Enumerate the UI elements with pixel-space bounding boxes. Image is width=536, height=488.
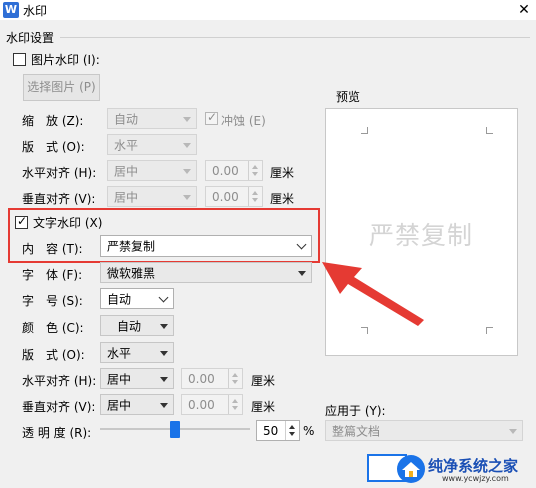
picture-watermark-label: 图片水印 (I): [31,53,100,67]
color-label: 颜 色 (C): [22,321,84,335]
preview-corner-tr [486,127,493,134]
picture-halign-unit: 厘米 [270,166,295,180]
site-logo: 纯净系统之家 www.ycwjzy.com [370,452,536,488]
scale-select[interactable]: 自动 [107,108,197,129]
preview-corner-bl [361,327,368,334]
text-layout-select[interactable]: 水平 [100,342,174,363]
preview-watermark-text: 严禁复制 [369,221,474,250]
close-icon[interactable]: ✕ [512,0,536,20]
text-halign-unit: 厘米 [251,374,276,388]
picture-halign-offset[interactable]: 0.00 [205,160,263,181]
text-layout-label: 版 式 (O): [22,348,85,362]
picture-halign-label: 水平对齐 (H): [22,166,97,180]
washout-checkbox[interactable]: ✓ [205,110,218,125]
size-label: 字 号 (S): [22,294,83,308]
transparency-spinner[interactable]: 50 [256,420,300,441]
preview-label: 预览 [336,90,361,104]
washout-label: 冲蚀 (E) [221,114,266,128]
text-valign-label: 垂直对齐 (V): [22,400,96,414]
logo-url: www.ycwjzy.com [442,474,509,483]
preview-corner-br [486,327,493,334]
title-bar [0,0,536,20]
text-halign-select[interactable]: 居中 [100,368,174,389]
text-watermark-label: 文字水印 (X) [33,216,103,230]
text-valign-offset[interactable]: 0.00 [181,394,243,415]
text-watermark-checkbox[interactable]: ✓ [15,214,28,229]
size-combo[interactable]: 自动 [100,288,174,309]
text-valign-unit: 厘米 [251,400,276,414]
select-picture-button[interactable]: 选择图片 (P) [23,74,100,101]
picture-halign-select[interactable]: 居中 [107,160,197,181]
transparency-slider-thumb[interactable] [170,421,180,438]
red-arrow-icon [322,262,424,326]
picture-valign-offset[interactable]: 0.00 [205,186,263,207]
group-divider [60,37,530,38]
picture-valign-unit: 厘米 [270,192,295,206]
picture-valign-select[interactable]: 居中 [107,186,197,207]
picture-valign-label: 垂直对齐 (V): [22,192,96,206]
scale-label: 缩 放 (Z): [22,114,84,128]
logo-house-icon [397,455,425,483]
apply-to-select[interactable]: 整篇文档 [325,420,523,441]
picture-watermark-checkbox[interactable] [13,53,26,66]
group-title: 水印设置 [6,31,55,45]
transparency-label: 透 明 度 (R): [22,426,92,440]
text-halign-offset[interactable]: 0.00 [181,368,243,389]
content-label: 内 容 (T): [22,242,83,256]
preview-corner-tl [361,127,368,134]
transparency-unit: % [303,424,315,438]
app-logo-icon: W [3,2,19,18]
logo-name: 纯净系统之家 [428,457,519,475]
text-valign-select[interactable]: 居中 [100,394,174,415]
content-combo[interactable]: 严禁复制 [100,235,312,257]
color-select[interactable]: 自动 [100,315,174,336]
picture-layout-label: 版 式 (O): [22,140,85,154]
picture-layout-select[interactable]: 水平 [107,134,197,155]
apply-to-label: 应用于 (Y): [325,404,386,418]
window-title: 水印 [23,4,48,18]
text-halign-label: 水平对齐 (H): [22,374,97,388]
font-select[interactable]: 微软雅黑 [100,262,312,283]
font-label: 字 体 (F): [22,268,83,282]
